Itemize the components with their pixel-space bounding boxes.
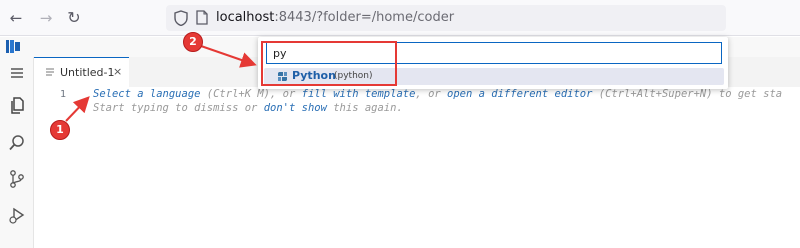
- tab-label: Untitled-1: [60, 66, 115, 79]
- editor-area[interactable]: 1 Select a language (Ctrl+K M), or fill …: [34, 87, 800, 248]
- line-number: 1: [60, 89, 67, 100]
- tab-untitled-1[interactable]: Untitled-1 ×: [34, 57, 129, 87]
- close-icon[interactable]: ×: [113, 65, 122, 78]
- select-language-link[interactable]: Select a language: [93, 88, 200, 100]
- browser-toolbar: ← → ↻ localhost:8443/?folder=/home/coder: [0, 0, 800, 36]
- url-host: localhost: [216, 10, 275, 25]
- source-control-icon[interactable]: [7, 169, 27, 189]
- open-different-editor-link[interactable]: open a different editor: [447, 88, 592, 100]
- step-badge-1: 1: [50, 120, 70, 140]
- empty-editor-hint-line-2: Start typing to dismiss or don't show th…: [93, 102, 403, 114]
- empty-editor-hint-line-1: Select a language (Ctrl+K M), or fill wi…: [93, 88, 782, 100]
- reload-icon[interactable]: ↻: [64, 8, 84, 28]
- vscode-logo-icon[interactable]: [6, 40, 20, 53]
- back-arrow-icon[interactable]: ←: [6, 8, 26, 28]
- shield-icon[interactable]: [174, 10, 188, 26]
- dont-show-link[interactable]: don't show: [264, 102, 327, 114]
- activity-bar: [0, 57, 34, 248]
- file-lines-icon: [46, 68, 54, 76]
- search-icon[interactable]: [7, 133, 27, 153]
- address-bar[interactable]: localhost:8443/?folder=/home/coder: [166, 5, 726, 31]
- forward-arrow-icon[interactable]: →: [36, 8, 56, 28]
- highlight-box: [261, 41, 397, 86]
- url-text[interactable]: localhost:8443/?folder=/home/coder: [216, 10, 454, 25]
- run-debug-icon[interactable]: [7, 205, 27, 225]
- hint-text: (Ctrl+Alt+Super+N) to get sta: [592, 88, 783, 100]
- files-icon[interactable]: [7, 95, 27, 115]
- step-badge-2: 2: [183, 32, 203, 52]
- hint-text: Start typing to dismiss or: [93, 102, 264, 114]
- page-icon[interactable]: [196, 10, 208, 25]
- hint-text: , or: [415, 88, 448, 100]
- hint-text: this again.: [326, 102, 403, 114]
- fill-template-link[interactable]: fill with template: [302, 88, 416, 100]
- hint-text: (Ctrl+K M), or: [200, 88, 302, 100]
- menu-icon[interactable]: [7, 63, 27, 83]
- url-path: :8443/?folder=/home/coder: [274, 10, 455, 25]
